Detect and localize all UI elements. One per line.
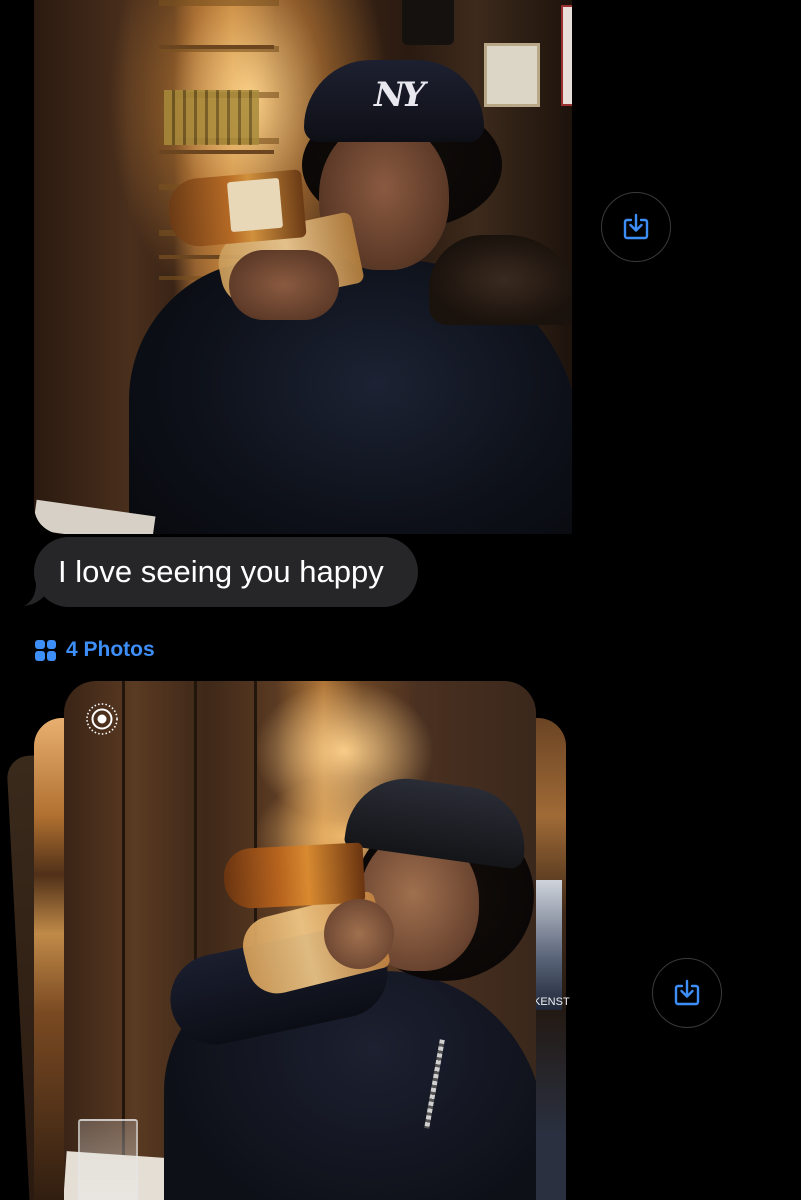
save-to-photos-icon [674,979,700,1006]
message-text: I love seeing you happy [58,554,384,589]
save-photo-button[interactable] [652,958,722,1028]
jacket-fur-hood [429,235,572,325]
save-photo-button[interactable] [601,192,671,262]
photo-stack-front[interactable] [64,681,536,1200]
picture-frame [484,43,540,107]
bottle [222,842,366,910]
bottle-label [226,177,284,233]
shelf-bottles [164,90,259,145]
photo-grid-icon [35,639,56,661]
photo-count-label: 4 Photos [66,638,155,661]
poster [534,880,562,1010]
message-bubble[interactable]: I love seeing you happy [34,537,418,607]
cap-logo: NY [374,75,425,115]
poster-text: KENST [533,996,570,1008]
photo-attachment-1[interactable]: NY [34,0,572,534]
picture-frame [561,5,572,106]
messages-screen: NY I love seeing you happy 4 Photos KENS… [0,0,801,1200]
water-glass [78,1119,138,1200]
person-hand [324,899,394,969]
live-photo-badge[interactable] [84,701,120,737]
save-to-photos-icon [623,213,649,240]
speaker [402,0,454,45]
live-photo-icon [86,703,118,735]
person-hand [229,250,339,320]
photo-stack-label[interactable]: 4 Photos [35,638,155,662]
